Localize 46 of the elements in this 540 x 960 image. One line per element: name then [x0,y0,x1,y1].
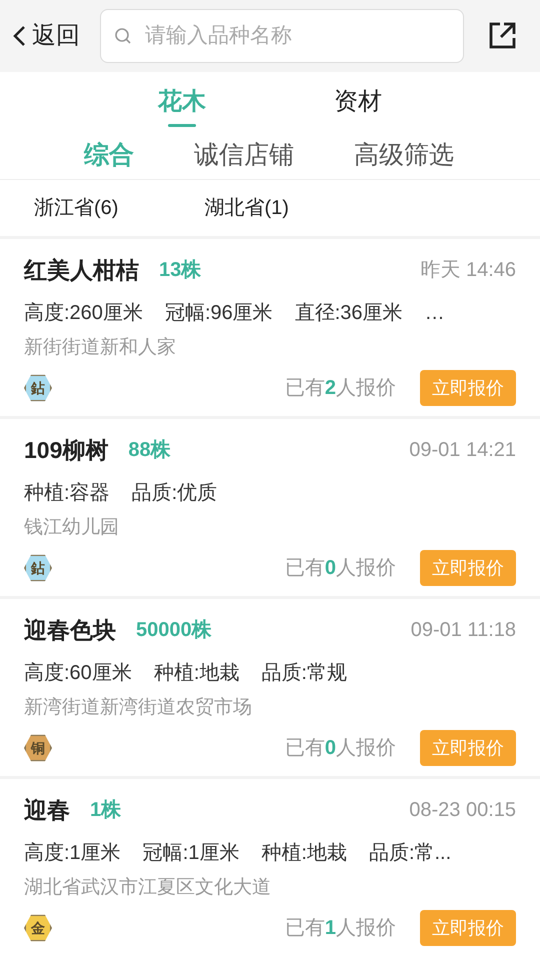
level-badge: 金 [24,914,52,942]
address-label: 湖北省武汉市江夏区文化大道 [24,876,272,900]
quantity-label: 50000株 [136,618,212,644]
quote-count: 已有1人报价 [284,916,396,941]
sort-tab[interactable]: 诚信店铺 [194,136,294,174]
province-filter[interactable]: 湖北省(1) [204,193,289,223]
spec-label: 品质:常... [368,840,452,866]
address-label: 新湾街道新湾街道农贸市场 [24,696,253,720]
address-label: 钱江幼儿园 [24,516,120,540]
level-badge: 鉆 [24,554,52,582]
address-label: 新街街道新和人家 [24,336,177,360]
back-button[interactable]: 返回 [12,18,80,54]
listing-title: 红美人柑桔 [24,256,139,285]
search-icon [114,27,132,45]
quote-count: 已有0人报价 [284,736,396,761]
level-badge: 铜 [24,734,52,762]
quantity-label: 88株 [128,438,171,464]
post-time: 09-01 14:21 [409,438,516,464]
quantity-label: 1株 [90,798,122,824]
spec-label: 直径:36厘米 [294,300,403,326]
listing-title: 迎春色块 [24,616,116,645]
level-badge: 鉆 [24,374,52,402]
listing-title: 109柳树 [24,436,108,465]
spec-label: 种植:容器 [24,480,110,506]
post-time: 昨天 14:46 [420,258,516,284]
spec-label: 冠幅:96厘米 [164,300,273,326]
province-filter[interactable]: 浙江省(6) [34,193,118,223]
quantity-label: 13株 [159,258,202,284]
quote-count: 已有2人报价 [284,376,396,401]
post-time: 09-01 11:18 [410,618,516,644]
spec-label: 种植:地栽 [154,660,240,686]
spec-label: 高度:260厘米 [24,300,143,326]
spec-label: 高度:1厘米 [24,840,121,866]
quote-count: 已有0人报价 [284,556,396,581]
spec-label: 品质:常规 [261,660,347,686]
spec-label: … [424,300,445,326]
spec-label: 品质:优质 [132,480,218,506]
sort-tab[interactable]: 高级筛选 [354,136,454,174]
spec-label: 冠幅:1厘米 [142,840,240,866]
spec-label: 高度:60厘米 [24,660,132,686]
search-field[interactable]: 请输入品种名称 [100,9,464,63]
category-tab[interactable]: 资材 [334,84,382,132]
post-time: 08-23 00:15 [409,798,516,824]
chevron-left-icon [12,24,28,48]
listing-title: 迎春 [24,796,70,825]
spec-label: 种植:地栽 [261,840,347,866]
